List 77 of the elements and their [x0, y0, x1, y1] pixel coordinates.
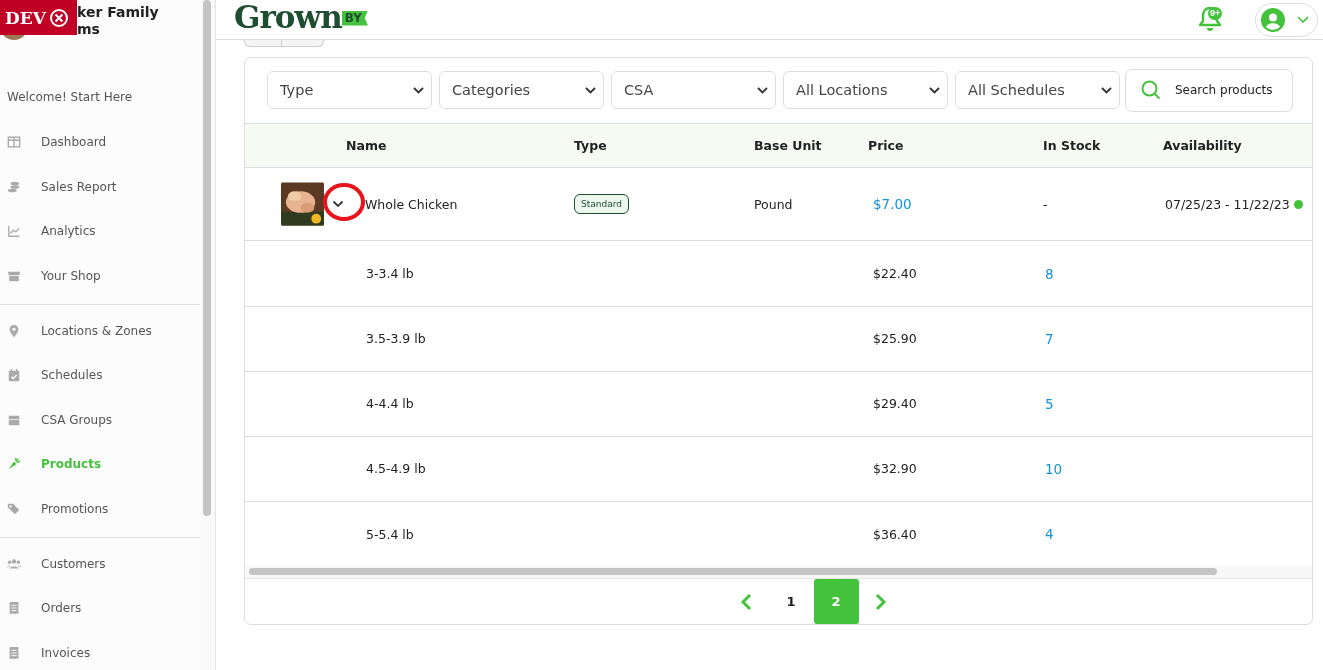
- variant-name: 5-5.4 lb: [365, 526, 415, 542]
- filter-dropdown[interactable]: CSA: [611, 71, 776, 109]
- chevron-down-icon: [413, 86, 424, 94]
- column-header: Type: [574, 138, 608, 154]
- chevron-down-icon: [1101, 86, 1112, 94]
- receipt-icon: [7, 645, 21, 660]
- shop-name: ker Family: [77, 4, 159, 21]
- segmented-control[interactable]: [244, 40, 324, 47]
- pin-icon: [7, 323, 21, 338]
- sidebar-item[interactable]: CSA Groups: [0, 397, 200, 443]
- availability-dates: 07/25/23 - 11/22/23: [1165, 196, 1290, 212]
- table-cell-text: $36.40: [872, 526, 918, 542]
- calendar-icon: [7, 368, 21, 383]
- users-icon: [7, 556, 21, 571]
- account-menu-button[interactable]: [1255, 2, 1318, 37]
- variant-name: 3-3.4 lb: [365, 266, 415, 281]
- column-header: Availability: [1163, 138, 1243, 154]
- column-header: Price: [868, 138, 905, 154]
- welcome-link[interactable]: Welcome! Start Here: [0, 70, 200, 120]
- chevron-down-icon: [929, 86, 940, 94]
- caret-icon: [1297, 15, 1309, 24]
- sidebar-item[interactable]: Dashboard: [0, 120, 200, 165]
- page-button[interactable]: 1: [768, 579, 814, 624]
- notification-count: 9+: [1208, 6, 1223, 20]
- filter-dropdown[interactable]: Categories: [439, 71, 604, 109]
- dashboard-icon: [7, 135, 21, 150]
- filter-dropdown[interactable]: All Locations: [783, 71, 948, 109]
- variant-name: 4-4.4 lb: [365, 396, 415, 412]
- search-icon: [1140, 78, 1162, 101]
- scrollbar-thumb[interactable]: [249, 568, 1217, 576]
- column-header: Base Unit: [753, 138, 823, 154]
- sidebar-item[interactable]: Analytics: [0, 209, 200, 254]
- column-header: In Stock: [1043, 138, 1102, 154]
- price-link[interactable]: $7.00: [868, 196, 1043, 213]
- table-cell-text: $32.90: [872, 461, 918, 477]
- sidebar-item[interactable]: Orders: [0, 585, 200, 631]
- chevron-right-icon: [875, 592, 887, 611]
- chevron-down-icon: [757, 86, 768, 94]
- logo-text: Grown: [234, 0, 342, 34]
- table-cell-text: -: [1043, 196, 1049, 212]
- chevron-down-icon: [331, 200, 344, 209]
- table-cell-text: $29.40: [872, 396, 918, 412]
- dev-badge: DEV: [0, 0, 77, 35]
- logo-tag: BY: [341, 10, 368, 26]
- coins-icon: [7, 179, 21, 194]
- bell-icon: [1197, 4, 1223, 32]
- filter-dropdown[interactable]: All Schedules: [955, 71, 1120, 109]
- sidebar-item[interactable]: Your Shop: [0, 253, 200, 299]
- receipt-icon: [7, 601, 21, 616]
- variant-name: 3.5-3.9 lb: [365, 331, 427, 347]
- column-header: Name: [345, 138, 388, 154]
- shop-name: ms: [77, 21, 101, 38]
- sidebar-item[interactable]: Customers: [0, 541, 200, 586]
- carrot-icon: [7, 457, 21, 472]
- filter-dropdown[interactable]: Type: [267, 71, 432, 109]
- table-cell-text: Pound: [753, 196, 794, 212]
- chart-icon: [7, 224, 21, 239]
- chevron-left-icon: [740, 592, 752, 611]
- chevron-down-icon: [585, 86, 596, 94]
- tags-icon: [7, 502, 21, 517]
- variant-name: 4.5-4.9 lb: [365, 461, 427, 477]
- shop-icon: [7, 269, 21, 284]
- user-icon: [1261, 7, 1285, 32]
- close-icon[interactable]: [48, 7, 69, 28]
- sidebar-item[interactable]: Schedules: [0, 352, 200, 398]
- scrollbar-thumb[interactable]: [203, 0, 211, 516]
- sidebar-item[interactable]: Sales Report: [0, 164, 200, 210]
- stock-link[interactable]: 4: [1043, 526, 1163, 543]
- sidebar-item[interactable]: Promotions: [0, 486, 200, 532]
- sidebar-item[interactable]: Locations & Zones: [0, 308, 200, 353]
- product-name: Whole Chicken: [365, 196, 459, 212]
- table-cell-text: $25.90: [872, 331, 918, 347]
- sidebar-item[interactable]: Invoices: [0, 630, 200, 670]
- search-field[interactable]: Search products: [1125, 68, 1293, 112]
- stock-link[interactable]: 8: [1043, 265, 1163, 282]
- type-tag: Standard: [574, 194, 629, 215]
- table-cell-text: $22.40: [872, 266, 918, 281]
